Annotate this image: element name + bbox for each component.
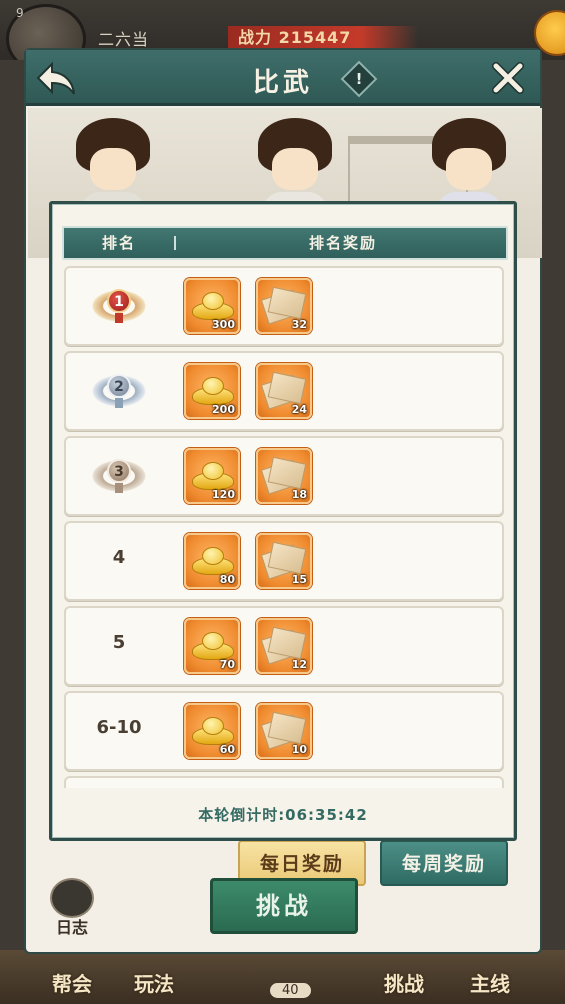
medal-rank: 3: [107, 459, 131, 483]
background-right-edge: [539, 60, 565, 960]
item-quantity: 60: [219, 743, 235, 756]
scroll-item[interactable]: 10: [256, 703, 312, 759]
log-button[interactable]: 日志: [46, 878, 98, 938]
nav-count: 40: [270, 983, 311, 998]
reward-list[interactable]: 1 300 32 2 200 24 3 120 18 4 80 15 5 70 …: [64, 266, 506, 788]
nav-guild[interactable]: 帮会: [52, 968, 92, 997]
reward-row: 4 80 15: [64, 521, 504, 601]
arena-title: 比武: [252, 68, 313, 98]
reward-table-header: 排名 排名奖励: [62, 226, 508, 260]
log-label: 日志: [55, 918, 88, 937]
nav-battle[interactable]: 挑战: [384, 968, 424, 997]
rank-number: 4: [112, 547, 126, 568]
background-left-edge: [0, 60, 26, 960]
scroll-item[interactable]: 32: [256, 278, 312, 334]
arena-header: 比武 !: [26, 50, 540, 106]
item-quantity: 10: [291, 743, 307, 756]
scroll-item[interactable]: 18: [256, 448, 312, 504]
combat-power: 战力 215447: [228, 26, 418, 50]
item-quantity: 300: [212, 318, 235, 331]
medal-rank: 2: [107, 374, 131, 398]
gold-ingot-item[interactable]: 80: [184, 533, 240, 589]
reward-row: [64, 776, 504, 788]
item-quantity: 80: [219, 573, 235, 586]
gold-ingot-item[interactable]: 200: [184, 363, 240, 419]
nav-play[interactable]: 玩法: [134, 968, 174, 997]
reward-row: 2 200 24: [64, 351, 504, 431]
item-quantity: 120: [212, 488, 235, 501]
item-quantity: 12: [291, 658, 307, 671]
gold-ingot-item[interactable]: 300: [184, 278, 240, 334]
item-quantity: 18: [291, 488, 307, 501]
scroll-icon: [50, 878, 94, 918]
reward-row: 3 120 18: [64, 436, 504, 516]
gold-ingot-item[interactable]: 60: [184, 703, 240, 759]
item-quantity: 200: [212, 403, 235, 416]
gold-medal-icon: 1: [90, 283, 148, 329]
item-quantity: 32: [291, 318, 307, 331]
medal-rank: 1: [107, 289, 131, 313]
reward-row: 1 300 32: [64, 266, 504, 346]
round-countdown: 本轮倒计时:06:35:42: [198, 806, 368, 824]
item-quantity: 15: [291, 573, 307, 586]
rank-reward-modal: 排名 排名奖励 1 300 32 2 200 24 3 120 18 4 80 …: [49, 201, 517, 841]
reward-row: 5 70 12: [64, 606, 504, 686]
header-rank: 排名: [101, 234, 136, 252]
rank-number: 6-10: [96, 717, 142, 738]
tab-weekly-reward[interactable]: 每周奖励: [380, 840, 508, 886]
player-name: 二六当: [98, 30, 150, 49]
rank-number: 5: [112, 632, 126, 653]
scroll-item[interactable]: 15: [256, 533, 312, 589]
player-level: 9: [16, 6, 24, 20]
reward-row: 6-10 60 10: [64, 691, 504, 771]
header-reward: 排名奖励: [308, 234, 377, 252]
item-quantity: 70: [219, 658, 235, 671]
challenge-button[interactable]: 挑战: [210, 878, 358, 934]
gold-ingot-item[interactable]: 70: [184, 618, 240, 674]
scroll-item[interactable]: 24: [256, 363, 312, 419]
nav-main-quest[interactable]: 主线: [470, 968, 510, 997]
item-quantity: 24: [291, 403, 307, 416]
scroll-item[interactable]: 12: [256, 618, 312, 674]
gold-ingot-item[interactable]: 120: [184, 448, 240, 504]
bronze-medal-icon: 3: [90, 453, 148, 499]
close-icon[interactable]: [490, 60, 526, 96]
silver-medal-icon: 2: [90, 368, 148, 414]
